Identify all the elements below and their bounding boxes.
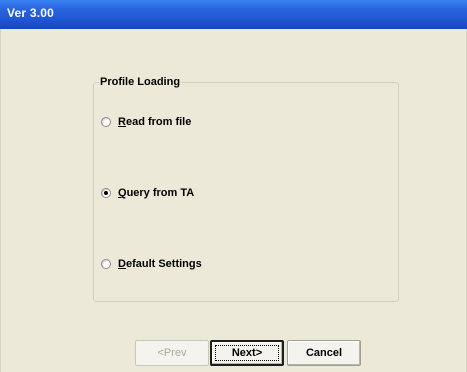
- cancel-button[interactable]: Cancel: [287, 340, 361, 366]
- title-bar[interactable]: Ver 3.00: [0, 0, 467, 29]
- radio-label-query-from-ta[interactable]: Query from TA: [118, 187, 194, 199]
- radio-label-default-settings[interactable]: Default Settings: [118, 258, 202, 270]
- radio-read-from-file[interactable]: Read from file: [101, 115, 191, 129]
- window-title: Ver 3.00: [7, 6, 54, 20]
- radio-label-read-from-file[interactable]: Read from file: [118, 116, 191, 128]
- radio-button-read-from-file[interactable]: [101, 117, 111, 127]
- radio-button-query-from-ta[interactable]: [101, 188, 111, 198]
- prev-button[interactable]: <Prev: [135, 340, 209, 366]
- radio-button-default-settings[interactable]: [101, 259, 111, 269]
- radio-default-settings[interactable]: Default Settings: [101, 257, 202, 271]
- groupbox-legend: Profile Loading: [100, 76, 181, 88]
- radio-query-from-ta[interactable]: Query from TA: [101, 186, 194, 200]
- next-button[interactable]: Next>: [210, 340, 284, 366]
